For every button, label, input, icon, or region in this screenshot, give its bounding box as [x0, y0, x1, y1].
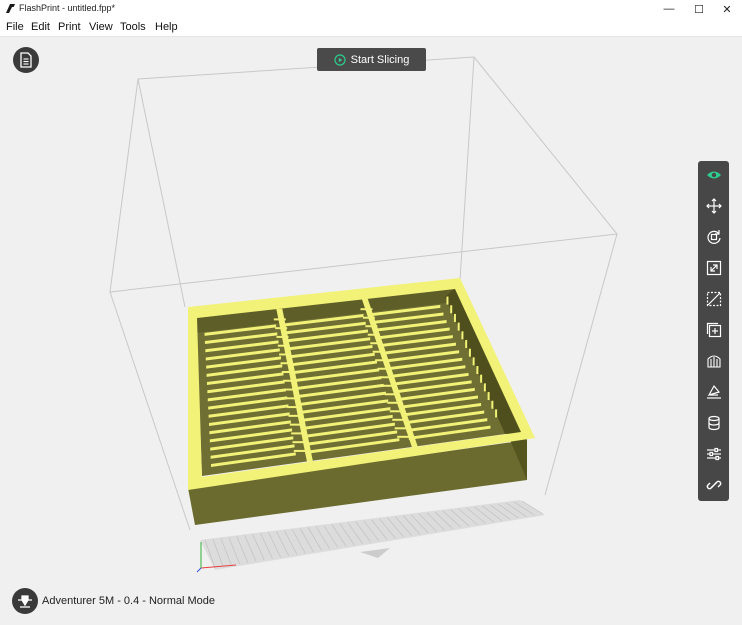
right-toolbar — [698, 161, 729, 501]
move-icon — [705, 198, 722, 214]
start-slicing-button[interactable]: Start Slicing — [317, 48, 426, 71]
link-icon — [706, 480, 721, 490]
settings-sliders-icon — [706, 447, 721, 461]
printer-button[interactable] — [12, 588, 38, 614]
add-object-icon — [706, 322, 721, 338]
cylinder-icon — [707, 415, 720, 431]
lay-flat-tool-button[interactable] — [698, 378, 729, 406]
scale-icon — [706, 260, 721, 276]
settings-tool-button[interactable] — [698, 440, 729, 468]
build-volume-scene[interactable] — [0, 0, 742, 625]
move-tool-button[interactable] — [698, 192, 729, 220]
supports-tool-button[interactable] — [698, 347, 729, 375]
view-tool-button[interactable] — [698, 161, 729, 189]
cut-tool-button[interactable] — [698, 285, 729, 313]
rotate-tool-button[interactable] — [698, 223, 729, 251]
start-slicing-label: Start Slicing — [350, 53, 410, 66]
printer-nozzle-icon — [18, 595, 32, 608]
scale-tool-button[interactable] — [698, 254, 729, 282]
document-button[interactable] — [13, 47, 39, 73]
link-tool-button[interactable] — [698, 471, 729, 499]
supports-icon — [706, 355, 721, 368]
play-icon — [334, 53, 346, 66]
rotate-icon — [706, 230, 721, 244]
document-icon — [20, 52, 32, 68]
printer-status-label: Adventurer 5M - 0.4 - Normal Mode — [42, 595, 216, 607]
model-box[interactable] — [188, 278, 535, 525]
eye-icon — [706, 171, 721, 179]
cut-icon — [706, 291, 721, 307]
lay-flat-icon — [706, 384, 721, 399]
cylinder-tool-button[interactable] — [698, 409, 729, 437]
add-object-tool-button[interactable] — [698, 316, 729, 344]
